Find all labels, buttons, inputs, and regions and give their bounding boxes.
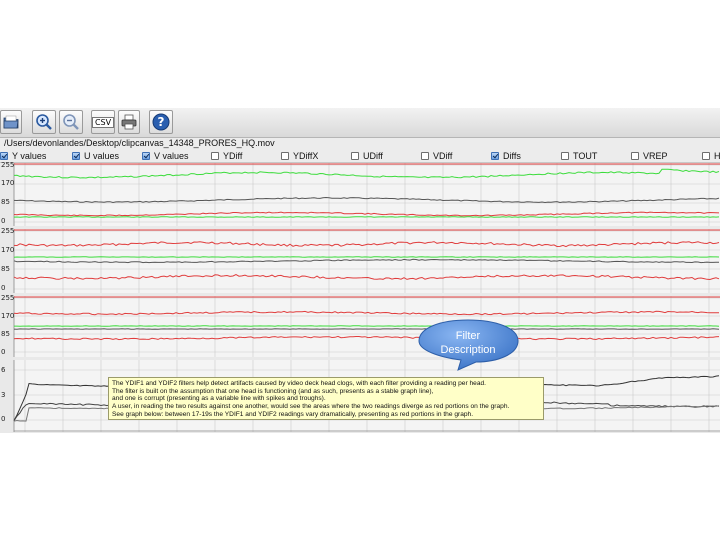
- y-tick-label: 6: [1, 366, 6, 374]
- tooltip-line: and one is corrupt (presenting as a vari…: [112, 395, 326, 403]
- tooltip-line: A user, in reading the two results again…: [112, 403, 510, 411]
- zoom-in-icon: [36, 114, 52, 130]
- v-values-plot: [13, 296, 720, 357]
- y-tick-label: 0: [1, 217, 6, 225]
- filter-vdiff[interactable]: VDiff: [421, 149, 452, 162]
- zoom-in-button[interactable]: [32, 110, 56, 134]
- callout-line: Filter: [455, 330, 481, 342]
- h-checkbox[interactable]: [702, 151, 710, 160]
- vrep-checkbox[interactable]: [631, 151, 639, 160]
- filter-label: V values: [154, 150, 189, 161]
- filter-description-callout: Filter Description: [418, 319, 524, 371]
- y-values-checkbox[interactable]: [0, 151, 8, 160]
- printer-icon: [121, 114, 137, 130]
- filter-label: VREP: [643, 150, 668, 161]
- filter-diffs[interactable]: Diffs: [491, 149, 521, 162]
- y-tick-label: 0: [1, 348, 6, 356]
- filter-label: Diffs: [503, 150, 521, 161]
- filter-ydiff[interactable]: YDiff: [211, 149, 242, 162]
- y-tick-label: 85: [1, 330, 10, 338]
- folder-icon: [3, 115, 19, 129]
- tooltip-line: The YDIF1 and YDIF2 filters help detect …: [112, 380, 486, 387]
- y-tick-label: 255: [1, 228, 15, 235]
- filter-label: Y values: [12, 150, 47, 161]
- filter-tout[interactable]: TOUT: [561, 149, 597, 162]
- diffs-checkbox[interactable]: [491, 151, 499, 160]
- y-tick-label: 85: [1, 198, 10, 206]
- print-button[interactable]: [118, 110, 140, 134]
- tout-checkbox[interactable]: [561, 151, 569, 160]
- y-tick-label: 0: [1, 415, 6, 423]
- ydiffx-checkbox[interactable]: [281, 151, 289, 160]
- filter-label: YDiffX: [293, 150, 319, 161]
- filter-udiff[interactable]: UDiff: [351, 149, 383, 162]
- udiff-checkbox[interactable]: [351, 151, 359, 160]
- tooltip-line: See graph below: between 17-19s the YDIF…: [112, 410, 474, 418]
- filter-y-values[interactable]: Y values: [0, 149, 46, 162]
- filter-label: TOUT: [573, 150, 598, 161]
- filter-ydiffx[interactable]: YDiffX: [281, 149, 318, 162]
- y-tick-label: 255: [1, 295, 15, 302]
- export-csv-button[interactable]: CSV: [91, 110, 115, 134]
- filter-label: UDiff: [363, 150, 383, 161]
- y-tick-label: 170: [1, 312, 15, 320]
- vdiff-checkbox[interactable]: [421, 151, 429, 160]
- filter-label: VDiff: [433, 150, 453, 161]
- filter-vrep[interactable]: VREP: [631, 149, 668, 162]
- y-values-plot: [13, 163, 720, 226]
- zoom-out-icon: [63, 114, 79, 130]
- y-tick-label: 170: [1, 246, 15, 254]
- y-tick-label: 0: [1, 284, 6, 292]
- tooltip-line: The filter is built on the assumption th…: [112, 387, 434, 395]
- callout-text: Filter Description: [418, 329, 518, 357]
- y-tick-label: 255: [1, 162, 15, 169]
- callout-line: Description: [440, 344, 496, 356]
- y-tick-label: 3: [1, 391, 6, 399]
- u-values-plot: [13, 229, 720, 293]
- open-file-button[interactable]: [0, 110, 22, 134]
- help-button[interactable]: ?: [149, 110, 173, 134]
- help-icon: ?: [152, 113, 170, 131]
- y-tick-label: 85: [1, 265, 10, 273]
- file-path: /Users/devonlandes/Desktop/clipcanvas_14…: [0, 138, 720, 149]
- filter-label: H: [714, 150, 720, 161]
- y-tick-label: 170: [1, 179, 15, 187]
- filter-description-tooltip: The YDIF1 and YDIF2 filters help detect …: [108, 377, 544, 420]
- filter-bar: Y values U values V values YDiff YDiffX …: [0, 149, 720, 163]
- filter-v-values[interactable]: V values: [142, 149, 189, 162]
- svg-text:?: ?: [158, 115, 165, 129]
- filter-label: U values: [84, 150, 120, 161]
- y-green-floor-trace: [13, 216, 720, 218]
- v-values-checkbox[interactable]: [142, 151, 150, 160]
- csv-icon: CSV: [91, 116, 115, 128]
- filter-label: YDiff: [223, 150, 243, 161]
- filter-h[interactable]: H: [702, 149, 720, 162]
- toolbar: CSV ?: [0, 108, 720, 138]
- filter-u-values[interactable]: U values: [72, 149, 119, 162]
- zoom-out-button[interactable]: [59, 110, 83, 134]
- u-values-checkbox[interactable]: [72, 151, 80, 160]
- u-values-graph: 255 170 85 0: [0, 228, 720, 294]
- ydiff-checkbox[interactable]: [211, 151, 219, 160]
- y-values-graph: 255 170 85 0: [0, 162, 720, 227]
- v-values-graph: 255 170 85 0: [0, 295, 720, 358]
